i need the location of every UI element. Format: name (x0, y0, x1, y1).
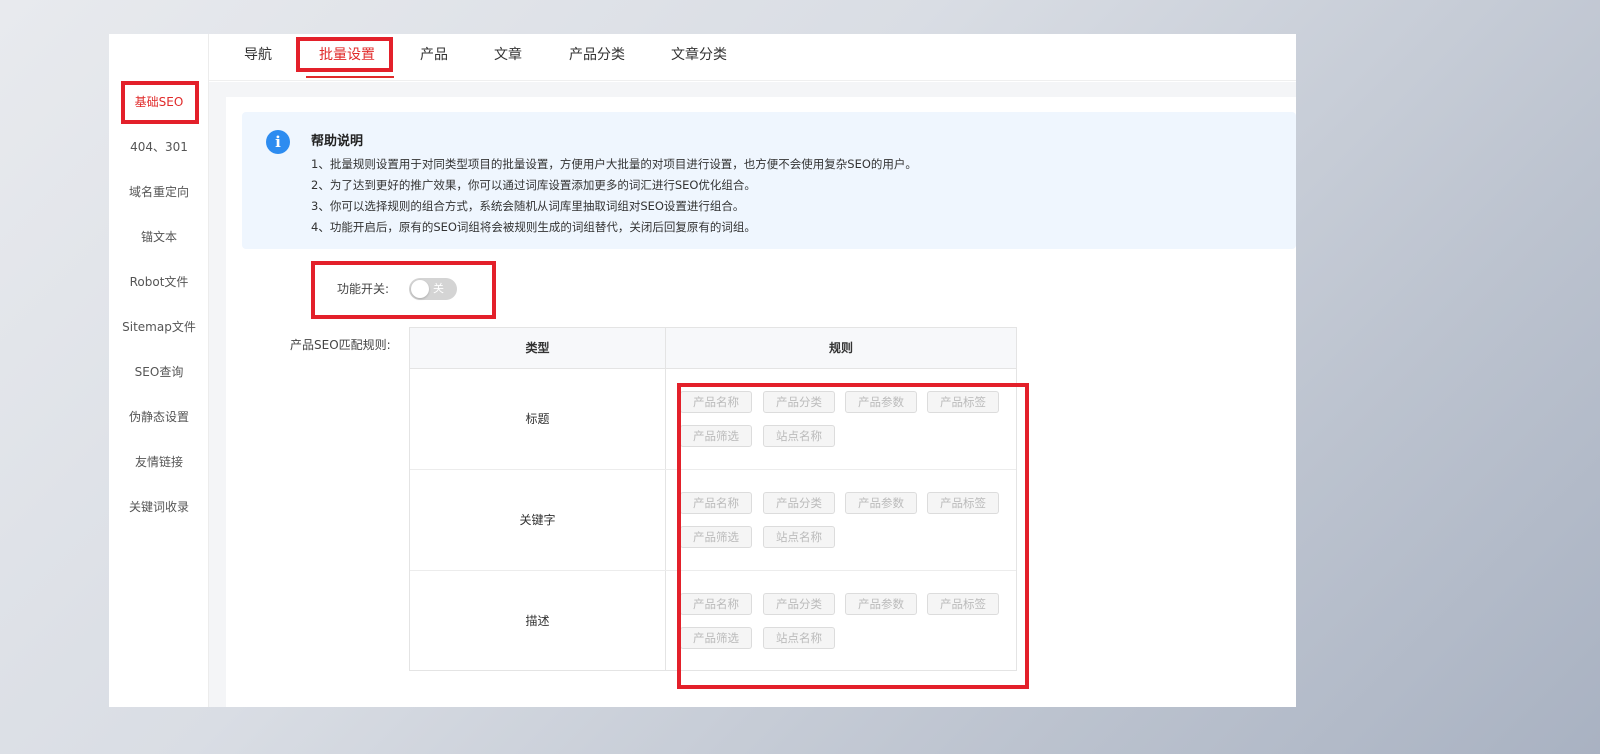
help-notice: i 帮助说明 1、批量规则设置用于对同类型项目的批量设置，方便用户大批量的对项目… (242, 112, 1296, 249)
rule-tag-product-filter[interactable]: 产品筛选 (680, 425, 752, 447)
function-switch-label: 功能开关: (337, 282, 390, 296)
rule-tag-product-category[interactable]: 产品分类 (763, 492, 835, 514)
column-header-type: 类型 (410, 328, 665, 369)
rule-tag-product-params[interactable]: 产品参数 (845, 593, 917, 615)
rule-tag-product-tags[interactable]: 产品标签 (927, 593, 999, 615)
column-header-rules: 规则 (666, 328, 1016, 369)
tab-batch-settings[interactable]: 批量设置 (307, 34, 387, 81)
tab-bar: 导航 批量设置 产品 文章 产品分类 文章分类 (209, 34, 1296, 81)
help-line-2: 2、为了达到更好的推广效果，你可以通过词库设置添加更多的词汇进行SEO优化组合。 (311, 178, 756, 192)
function-switch-toggle[interactable]: 关 (409, 278, 457, 300)
active-tab-underline (306, 76, 394, 78)
table-row-description: 描述 产品名称 产品分类 产品参数 产品标签 产品筛选 站点名称 (410, 571, 1016, 672)
switch-state-text: 关 (433, 282, 444, 295)
tab-navigation[interactable]: 导航 (243, 34, 273, 81)
rule-tag-product-params[interactable]: 产品参数 (845, 492, 917, 514)
rule-tag-product-tags[interactable]: 产品标签 (927, 391, 999, 413)
rule-tag-product-name[interactable]: 产品名称 (680, 593, 752, 615)
help-line-3: 3、你可以选择规则的组合方式，系统会随机从词库里抽取词组对SEO设置进行组合。 (311, 199, 745, 213)
rule-tag-site-name[interactable]: 站点名称 (763, 425, 835, 447)
table-row-title: 标题 产品名称 产品分类 产品参数 产品标签 产品筛选 站点名称 (410, 369, 1016, 470)
seo-settings-window: 基础SEO 404、301 域名重定向 锚文本 Robot文件 Sitemap文… (109, 34, 1296, 707)
help-line-4: 4、功能开启后，原有的SEO词组将会被规则生成的词组替代，关闭后回复原有的词组。 (311, 220, 756, 234)
rule-tag-product-category[interactable]: 产品分类 (763, 593, 835, 615)
rule-tag-product-filter[interactable]: 产品筛选 (680, 526, 752, 548)
rule-tag-product-name[interactable]: 产品名称 (680, 492, 752, 514)
tab-article-categories[interactable]: 文章分类 (669, 34, 729, 81)
row-type-label: 描述 (525, 614, 550, 628)
rule-tag-site-name[interactable]: 站点名称 (763, 526, 835, 548)
rule-tag-site-name[interactable]: 站点名称 (763, 627, 835, 649)
rule-tag-product-name[interactable]: 产品名称 (680, 391, 752, 413)
tab-product-categories[interactable]: 产品分类 (567, 34, 627, 81)
rule-tag-product-tags[interactable]: 产品标签 (927, 492, 999, 514)
tab-articles[interactable]: 文章 (493, 34, 523, 81)
rule-tag-product-filter[interactable]: 产品筛选 (680, 627, 752, 649)
row-type-label: 关键字 (519, 513, 556, 527)
table-row-keywords: 关键字 产品名称 产品分类 产品参数 产品标签 产品筛选 站点名称 (410, 470, 1016, 571)
rule-tag-product-params[interactable]: 产品参数 (845, 391, 917, 413)
tab-products[interactable]: 产品 (419, 34, 449, 81)
rule-tag-product-category[interactable]: 产品分类 (763, 391, 835, 413)
product-seo-rules-table: 类型 规则 标题 产品名称 产品分类 产品参数 产品标签 产品筛选 站点名称 关… (409, 327, 1017, 671)
info-icon: i (266, 130, 290, 154)
sidebar-item-robot-file[interactable]: Robot文件 (109, 267, 209, 297)
sidebar-item-keyword-indexing[interactable]: 关键词收录 (109, 492, 209, 522)
sidebar-item-domain-redirect[interactable]: 域名重定向 (109, 177, 209, 207)
sidebar-item-sitemap-file[interactable]: Sitemap文件 (109, 312, 209, 342)
row-type-label: 标题 (525, 412, 550, 426)
sidebar-item-basic-seo[interactable]: 基础SEO (109, 87, 209, 117)
product-seo-rules-label: 产品SEO匹配规则: (290, 338, 391, 352)
sidebar-item-friend-links[interactable]: 友情链接 (109, 447, 209, 477)
sidebar-item-seo-query[interactable]: SEO查询 (109, 357, 209, 387)
sidebar-item-404-301[interactable]: 404、301 (109, 132, 209, 162)
sidebar-item-pseudo-static[interactable]: 伪静态设置 (109, 402, 209, 432)
sidebar-item-anchor-text[interactable]: 锚文本 (109, 222, 209, 252)
sidebar: 基础SEO 404、301 域名重定向 锚文本 Robot文件 Sitemap文… (109, 34, 209, 707)
help-title: 帮助说明 (311, 134, 364, 149)
switch-knob (411, 280, 429, 298)
help-line-1: 1、批量规则设置用于对同类型项目的批量设置，方便用户大批量的对项目进行设置，也方… (311, 157, 917, 171)
